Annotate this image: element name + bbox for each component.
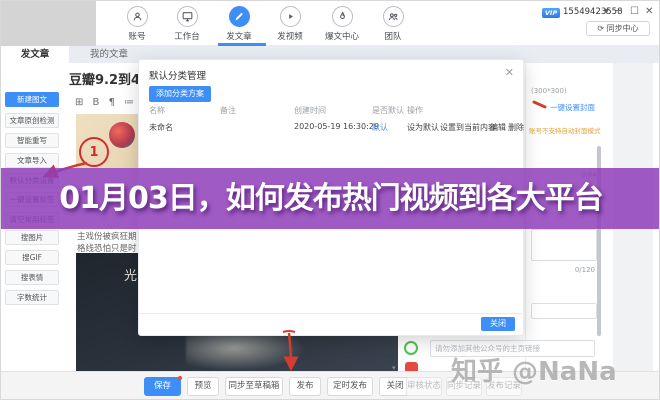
nav-item-workbench[interactable]: 工作台 (164, 6, 210, 42)
play-icon (280, 6, 301, 27)
nav-item-hot-center[interactable]: 爆文中心 (319, 6, 365, 42)
nav-item-team[interactable]: 团队 (370, 6, 416, 42)
save-button[interactable]: 保存 (144, 377, 181, 396)
cell-name: 未命名 (149, 122, 173, 133)
sidebar-originality-check-button[interactable]: 文章原创检测 (5, 113, 59, 128)
col-header-note: 备注 (220, 105, 236, 116)
action-apply-current[interactable]: 设置到当前内容 (440, 122, 496, 133)
sync-draft-button[interactable]: 同步至草稿箱 (225, 377, 283, 396)
account-dropdown-caret-icon[interactable]: ▾ (604, 6, 609, 17)
modal-close-icon[interactable]: ✕ (505, 66, 514, 79)
app-window: 账号 工作台 发文章 发视频 爆文中心 团队 VIP 15549423558 ▾… (0, 0, 660, 400)
preview-button[interactable]: 预览 (187, 377, 219, 396)
sidebar-smart-rewrite-button[interactable]: 智能重写 (5, 133, 59, 148)
close-window-button[interactable]: ✕ (645, 6, 653, 17)
modal-title: 默认分类管理 (149, 68, 206, 82)
nav-item-publish-article[interactable]: 发文章 (216, 6, 262, 42)
schedule-publish-button[interactable]: 定时发布 (327, 377, 373, 396)
nav-label: 发视频 (267, 30, 313, 42)
zhihu-watermark: 知乎 @NaNa (451, 351, 617, 388)
nav-label: 爆文中心 (319, 30, 365, 42)
modal-footer: 关闭 (139, 313, 523, 335)
maximize-button[interactable]: ☐ (630, 6, 639, 17)
nav-item-publish-video[interactable]: 发视频 (267, 6, 313, 42)
action-set-default[interactable]: 设为默认 (407, 122, 439, 133)
col-header-name: 名称 (149, 105, 165, 116)
sync-center-button[interactable]: ⟳ 同步中心 (586, 21, 650, 36)
wechat-platform-icon (404, 341, 418, 355)
add-category-plan-button[interactable]: 添加分类方案 (149, 86, 211, 102)
vip-badge: VIP (542, 8, 560, 18)
cover-warning-text: 账号不支持自动封面模式 (529, 125, 601, 135)
sidebar-article-import-button[interactable]: 文章导入 (5, 153, 59, 168)
editor-body-line: 主戏份被疯狂期 (77, 230, 137, 242)
audit-status-button[interactable]: 审核状态 (406, 377, 442, 396)
nav-label: 发文章 (216, 30, 262, 42)
window-corner-block (1, 1, 96, 46)
workbench-icon (177, 6, 198, 27)
col-header-default: 是否默认 (372, 105, 404, 116)
account-icon (127, 6, 148, 27)
action-edit[interactable]: 编辑 (490, 122, 506, 133)
account-phone[interactable]: 15549423558 (563, 7, 623, 17)
editor-toolbar-icons[interactable]: ⊞ B ¶ ≔ ☰ — (75, 97, 139, 111)
action-delete[interactable]: 删除 (508, 122, 524, 133)
publish-button[interactable]: 发布 (289, 377, 321, 396)
sidebar-word-count-button[interactable]: 字数统计 (5, 290, 59, 305)
flame-icon (332, 6, 353, 27)
cell-default-badge: 默认 (372, 122, 388, 133)
col-header-created: 创建时间 (294, 105, 326, 116)
tab-publish-article[interactable]: 发文章 (1, 46, 69, 63)
sidebar-search-image-button[interactable]: 搜图片 (5, 230, 59, 245)
pencil-icon (229, 6, 250, 27)
caption-text: 01月03日，如何发布热门视频到各大平台 (1, 168, 660, 229)
sidebar-search-gif-button[interactable]: 搜GIF (5, 250, 59, 265)
save-notification-dot (178, 376, 182, 380)
team-icon (383, 6, 404, 27)
summary-char-counter: 0/120 (575, 266, 595, 274)
cell-created: 2020-05-19 16:30:29 (294, 122, 379, 131)
cover-size-hint: (300*300) (531, 87, 567, 95)
cartoon-bird-decor (109, 122, 135, 148)
minimize-button[interactable]: ─ (616, 6, 622, 17)
tab-my-articles[interactable]: 我的文章 (69, 46, 149, 63)
extra-input[interactable] (531, 303, 597, 319)
annotation-step-circle: 1 (79, 137, 109, 167)
sidebar-new-article-button[interactable]: 新建图文 (5, 92, 59, 107)
summary-textarea[interactable] (531, 229, 597, 261)
poster-glyph: 光 (124, 265, 137, 284)
nav-label: 账号 (114, 30, 160, 42)
modal-close-button[interactable]: 关闭 (481, 317, 515, 331)
sidebar-search-emoji-button[interactable]: 搜表情 (5, 270, 59, 285)
one-key-cover-link[interactable]: 一键设置封面 (550, 102, 595, 113)
red-slash-decor (532, 100, 547, 109)
nav-label: 工作台 (164, 30, 210, 42)
col-header-actions: 操作 (407, 105, 423, 116)
nav-item-account[interactable]: 账号 (114, 6, 160, 42)
nav-label: 团队 (370, 30, 416, 42)
